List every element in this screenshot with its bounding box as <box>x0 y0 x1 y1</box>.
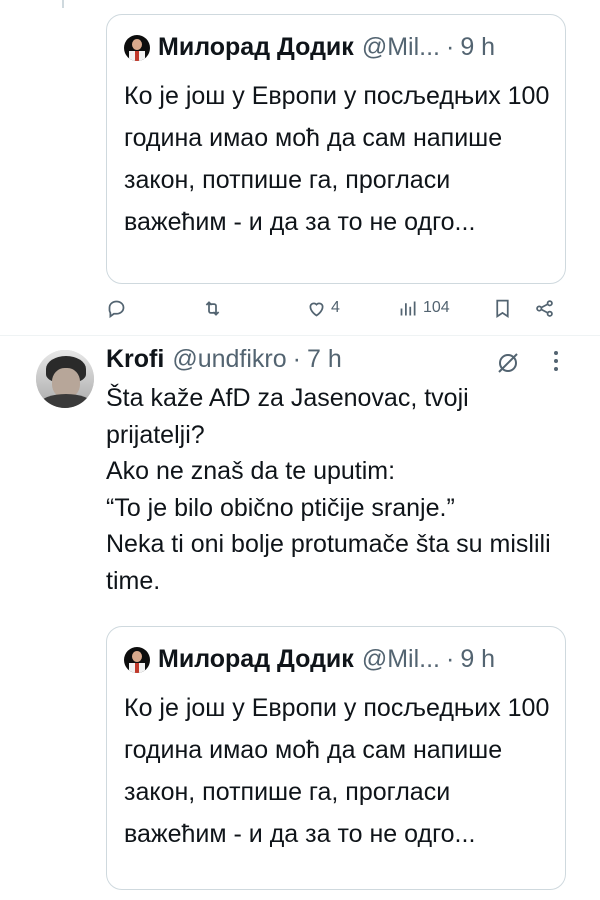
separator-dot: · <box>445 33 455 61</box>
like-count: 4 <box>331 299 340 316</box>
bookmark-icon <box>496 299 509 318</box>
quoted-tweet-text: Ко је још у Европи у посљедњих 100 годин… <box>124 82 550 236</box>
thread-connector-line <box>62 0 64 8</box>
quoted-author-handle[interactable]: @Mil... <box>362 33 440 62</box>
post-author-name[interactable]: Krofi <box>106 345 164 374</box>
views-icon <box>400 301 416 315</box>
like-button[interactable]: 4 <box>306 290 340 326</box>
retweet-icon <box>205 300 220 316</box>
views-count: 104 <box>423 299 450 316</box>
reply-icon <box>108 300 125 318</box>
quoted-tweet-text: Ко је још у Европи у посљедњих 100 годин… <box>124 694 550 848</box>
grok-icon[interactable] <box>495 350 521 376</box>
quoted-tweet-card[interactable]: Милорад Додик @Mil... · 9 h Ко је још у … <box>106 626 566 890</box>
bookmark-button[interactable] <box>492 290 513 326</box>
post-header: Krofi @undfikro · 7 h <box>106 345 342 374</box>
separator-dot: · <box>445 645 455 673</box>
quoted-author-name[interactable]: Милорад Додик <box>158 33 354 62</box>
quoted-tweet-time[interactable]: 9 h <box>460 33 495 62</box>
post-author-avatar[interactable] <box>36 350 94 408</box>
quoted-author-name[interactable]: Милорад Додик <box>158 645 354 674</box>
post-time[interactable]: 7 h <box>307 345 342 374</box>
retweet-button[interactable] <box>202 290 223 326</box>
reply-button[interactable] <box>106 290 127 326</box>
quoted-tweet-time[interactable]: 9 h <box>460 645 495 674</box>
heart-icon <box>309 302 324 317</box>
tweet-divider <box>0 335 600 336</box>
share-button[interactable] <box>534 290 555 326</box>
quoted-tweet-header: Милорад Додик @Mil... · 9 h <box>124 645 553 674</box>
views-button[interactable]: 104 <box>398 290 450 326</box>
quoted-author-handle[interactable]: @Mil... <box>362 645 440 674</box>
share-icon <box>536 299 553 317</box>
quoted-author-avatar[interactable] <box>124 34 150 61</box>
post-text: Šta kaže AfD za Jasenovac, tvoji prijate… <box>106 384 551 595</box>
more-options-icon[interactable] <box>552 348 560 374</box>
separator-dot: · <box>292 345 301 373</box>
post-author-handle[interactable]: @undfikro <box>172 345 286 374</box>
quoted-author-avatar[interactable] <box>124 646 150 673</box>
quoted-tweet-header: Милорад Додик @Mil... · 9 h <box>124 33 553 62</box>
tweet-action-bar: 4 104 <box>106 290 566 326</box>
quoted-tweet-card[interactable]: Милорад Додик @Mil... · 9 h Ко је још у … <box>106 14 566 284</box>
